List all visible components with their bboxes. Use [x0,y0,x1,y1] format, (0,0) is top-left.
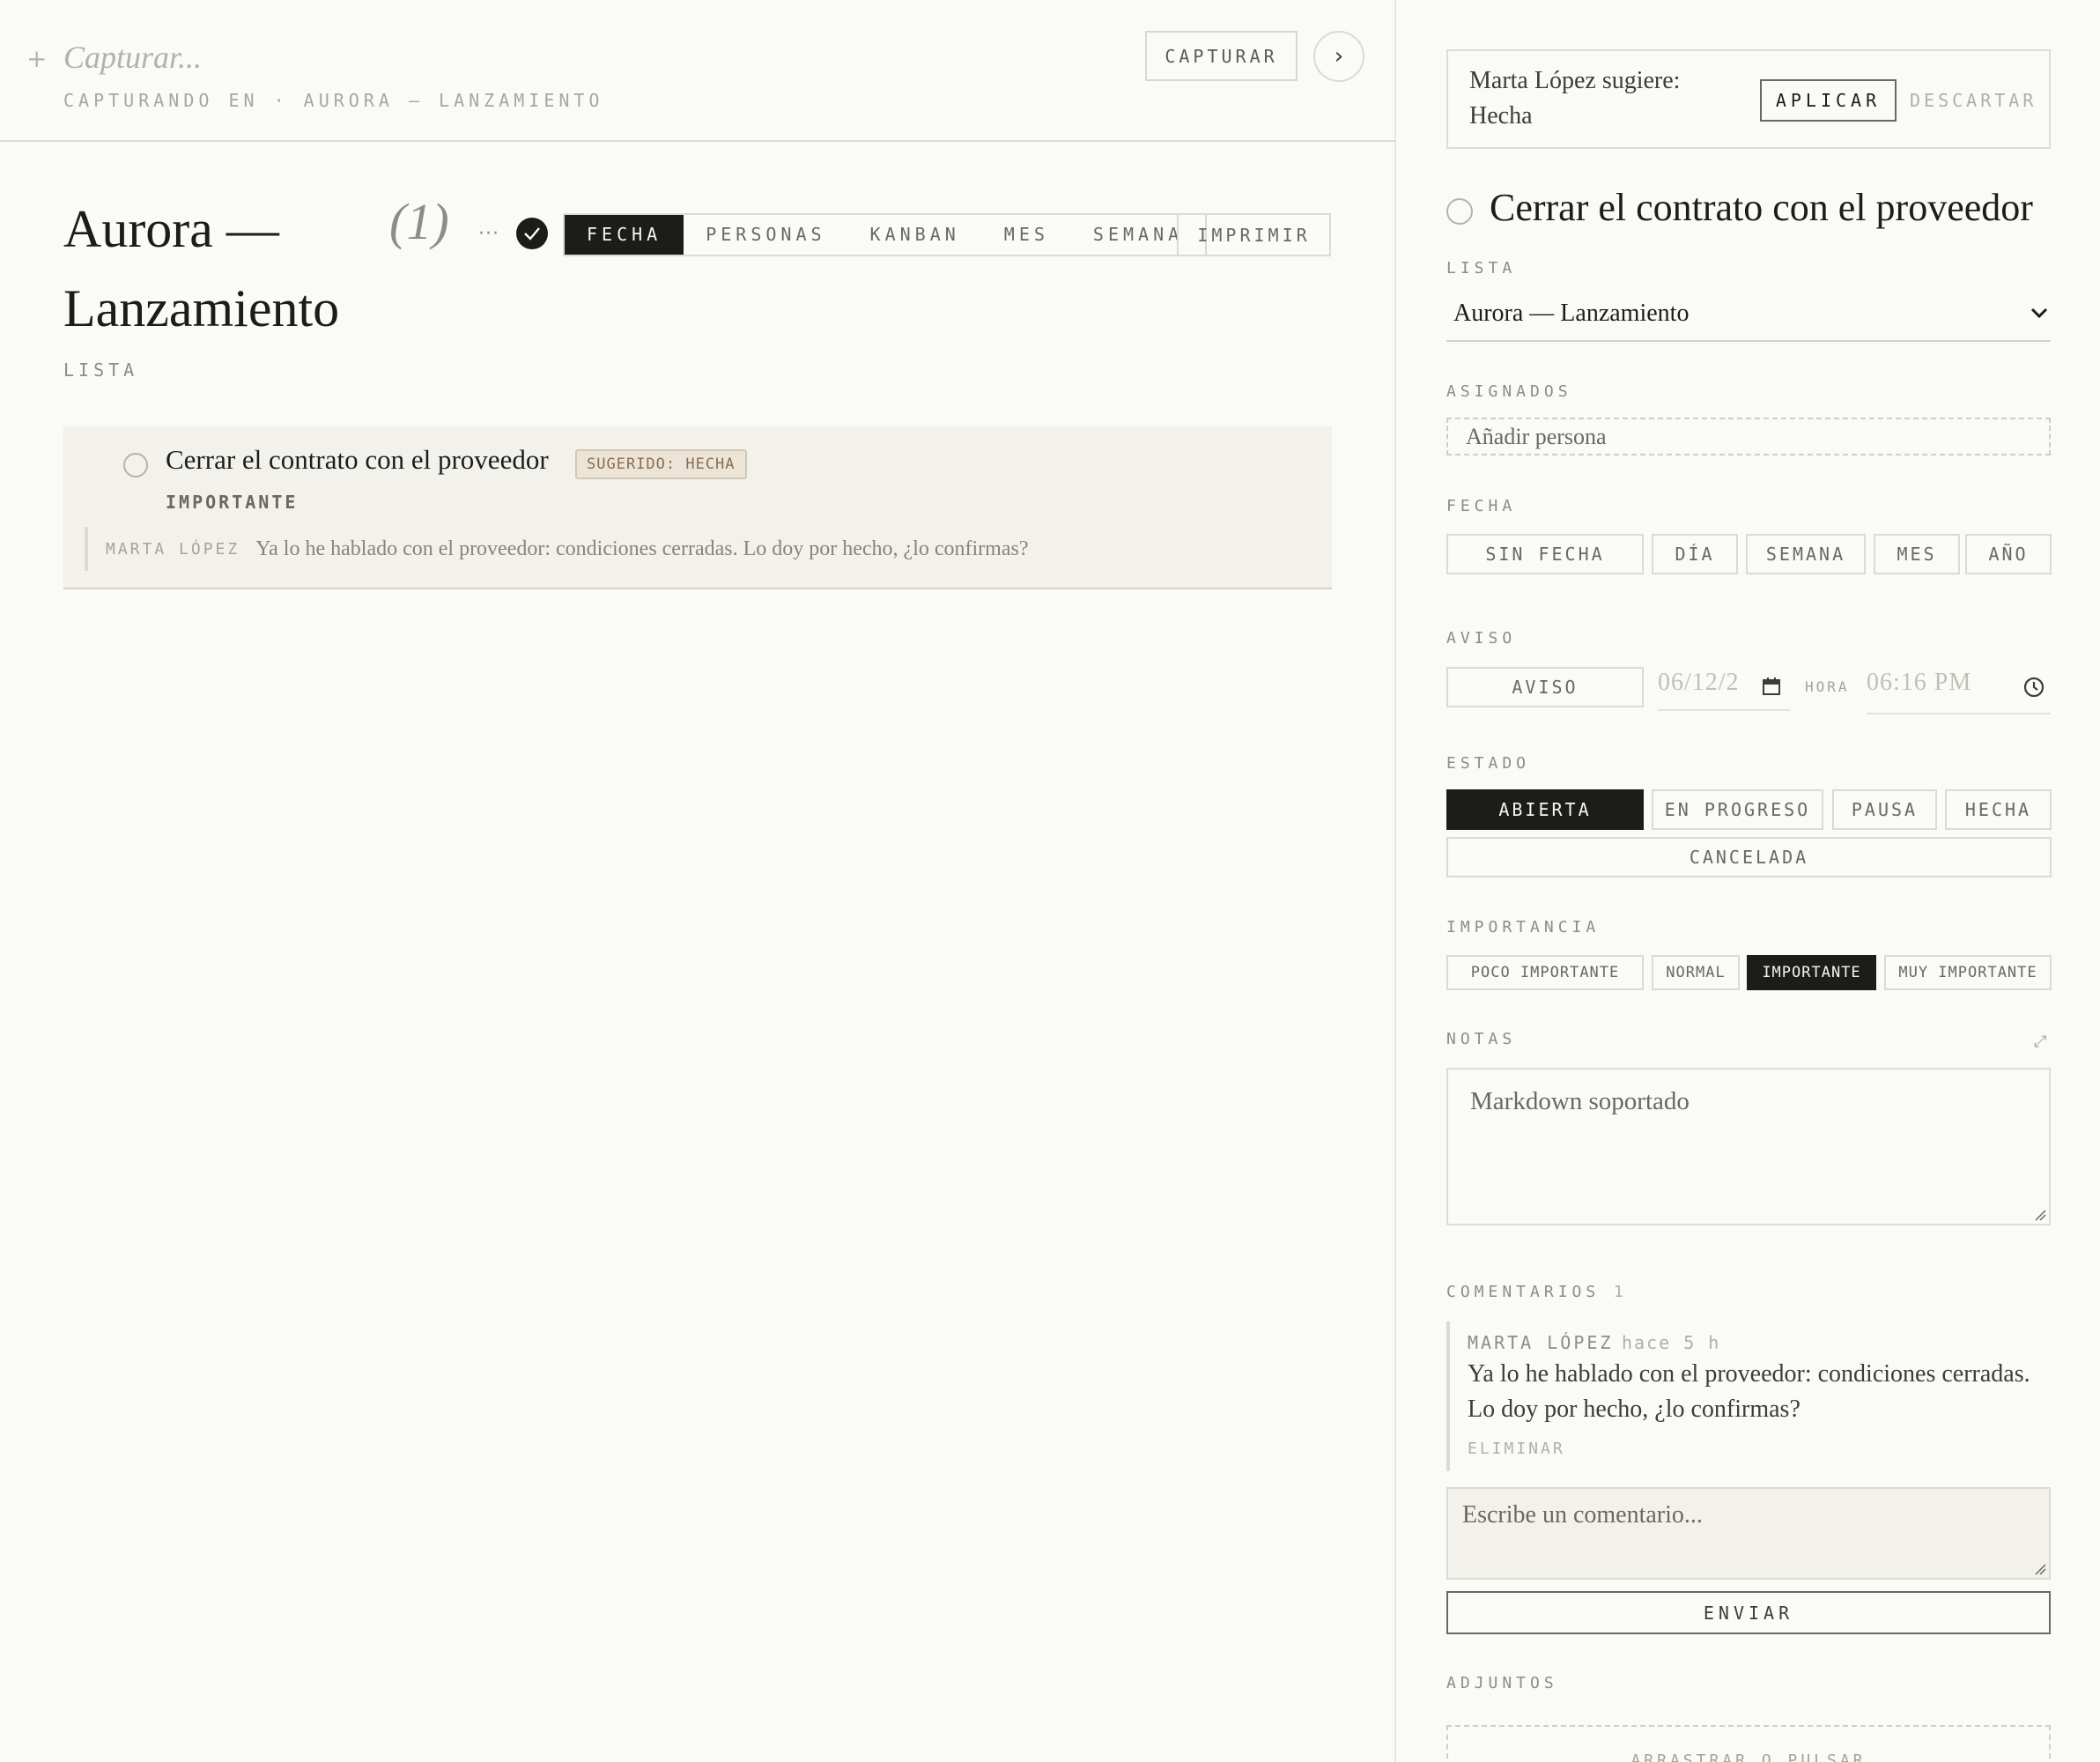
print-button[interactable]: IMPRIMIR [1177,213,1331,256]
comentarios-label: COMENTARIOS [1446,1283,1601,1301]
date-option-semana[interactable]: SEMANA [1746,534,1866,574]
notes-textarea[interactable]: Markdown soportado [1446,1068,2051,1225]
tab-mes[interactable]: MES [982,215,1071,255]
comment-text: Ya lo he hablado con el proveedor: condi… [1468,1360,2030,1423]
chevron-down-icon [2030,307,2049,323]
apply-button[interactable]: APLICAR [1760,79,1897,122]
chevron-right-icon[interactable]: › [1313,31,1364,82]
capture-bar: + CAPTURANDO EN · AURORA — LANZAMIENTO C… [0,0,1396,142]
fecha-label: FECHA [1446,497,1517,515]
comment-author: MARTA LÓPEZ [106,539,240,559]
reminder-date-field[interactable]: 06/12/2 [1658,665,1790,711]
comentarios-header: COMENTARIOS 1 [1446,1283,1628,1301]
date-option-dia[interactable]: DÍA [1652,534,1738,574]
status-en-progreso[interactable]: EN PROGRESO [1652,789,1823,830]
more-icon[interactable]: ··· [478,223,499,245]
task-count: (1) [389,193,449,250]
capture-hint: CAPTURANDO EN · AURORA — LANZAMIENTO [63,90,604,111]
task-priority: IMPORTANTE [166,492,299,513]
reminder-toggle[interactable]: AVISO [1446,667,1644,707]
priority-poco-importante[interactable]: POCO IMPORTANTE [1446,955,1644,990]
comment-input[interactable]: Escribe un comentario... [1446,1487,2051,1580]
plus-icon: + [26,44,48,73]
reminder-time-field[interactable]: 06:16 PM [1867,665,2051,714]
check-circle-icon[interactable] [516,218,548,249]
send-comment-button[interactable]: ENVIAR [1446,1591,2051,1634]
calendar-icon[interactable] [1761,676,1782,701]
list-select-value: Aurora — Lanzamiento [1453,300,1690,327]
notas-label: NOTAS [1446,1030,1517,1048]
view-tabs: FECHA PERSONAS KANBAN MES SEMANA [563,213,1208,256]
date-option-sin-fecha[interactable]: SIN FECHA [1446,534,1644,574]
priority-normal[interactable]: NORMAL [1652,955,1740,990]
delete-comment-button[interactable]: ELIMINAR [1468,1440,1565,1458]
resize-handle-icon[interactable] [2034,1563,2046,1575]
date-option-ano[interactable]: AÑO [1965,534,2052,574]
task-complete-checkbox[interactable] [1446,198,1473,225]
list-select[interactable]: Aurora — Lanzamiento [1446,292,2051,342]
add-person-input[interactable] [1446,418,2051,455]
adjuntos-label: ADJUNTOS [1446,1674,1558,1692]
comment-item: MARTA LÓPEZ hace 5 h Ya lo he hablado co… [1446,1322,2051,1471]
status-pausa[interactable]: PAUSA [1832,789,1937,830]
suggestion-badge: SUGERIDO: HECHA [575,449,747,479]
discard-button[interactable]: DESCARTAR [1910,79,2037,122]
hora-label: HORA [1805,678,1850,695]
importancia-label: IMPORTANCIA [1446,918,1601,937]
page-title: Aurora — Lanzamiento [63,200,340,337]
tab-personas[interactable]: PERSONAS [684,215,847,255]
tab-kanban[interactable]: KANBAN [848,215,982,255]
priority-muy-importante[interactable]: MUY IMPORTANTE [1884,955,2052,990]
status-abierta[interactable]: ABIERTA [1446,789,1644,830]
resize-handle-icon[interactable] [2034,1209,2046,1221]
main-pane: + CAPTURANDO EN · AURORA — LANZAMIENTO C… [0,0,1396,1762]
suggestion-text: Marta López sugiere: Hecha [1469,67,1681,130]
date-option-mes[interactable]: MES [1874,534,1960,574]
status-cancelada[interactable]: CANCELADA [1446,837,2052,877]
status-hecha[interactable]: HECHA [1945,789,2052,830]
task-comment-preview: MARTA LÓPEZ Ya lo he hablado con el prov… [85,527,1028,571]
task-title[interactable]: Cerrar el contrato con el proveedor [166,444,549,476]
app-window: + CAPTURANDO EN · AURORA — LANZAMIENTO C… [0,0,2100,1762]
priority-importante[interactable]: IMPORTANTE [1747,955,1876,990]
task-complete-checkbox[interactable] [123,453,148,478]
expand-icon[interactable]: ⤢ [2034,1033,2046,1051]
suggestion-box: Marta López sugiere: Hecha APLICAR DESCA… [1446,49,2051,149]
asignados-label: ASIGNADOS [1446,382,1572,401]
detail-title[interactable]: Cerrar el contrato con el proveedor [1490,185,2033,230]
lista-label: LISTA [1446,259,1517,278]
aviso-label: AVISO [1446,629,1517,648]
tab-fecha[interactable]: FECHA [565,215,684,255]
capture-input[interactable] [63,33,1076,81]
comentarios-count: 1 [1613,1283,1628,1301]
comment-text: Ya lo he hablado con el proveedor: condi… [255,537,1029,560]
clock-icon[interactable] [2022,676,2045,703]
task-row[interactable]: Cerrar el contrato con el proveedor SUGE… [63,426,1332,589]
capture-button[interactable]: CAPTURAR [1145,31,1298,81]
attachments-dropzone[interactable]: ARRASTRAR O PULSAR [1446,1725,2051,1762]
list-subtitle: LISTA [63,359,139,381]
estado-label: ESTADO [1446,754,1531,773]
comment-time: hace 5 h [1622,1332,1721,1353]
detail-pane: Marta López sugiere: Hecha APLICAR DESCA… [1398,0,2100,1762]
comment-author: MARTA LÓPEZ [1468,1332,1614,1353]
